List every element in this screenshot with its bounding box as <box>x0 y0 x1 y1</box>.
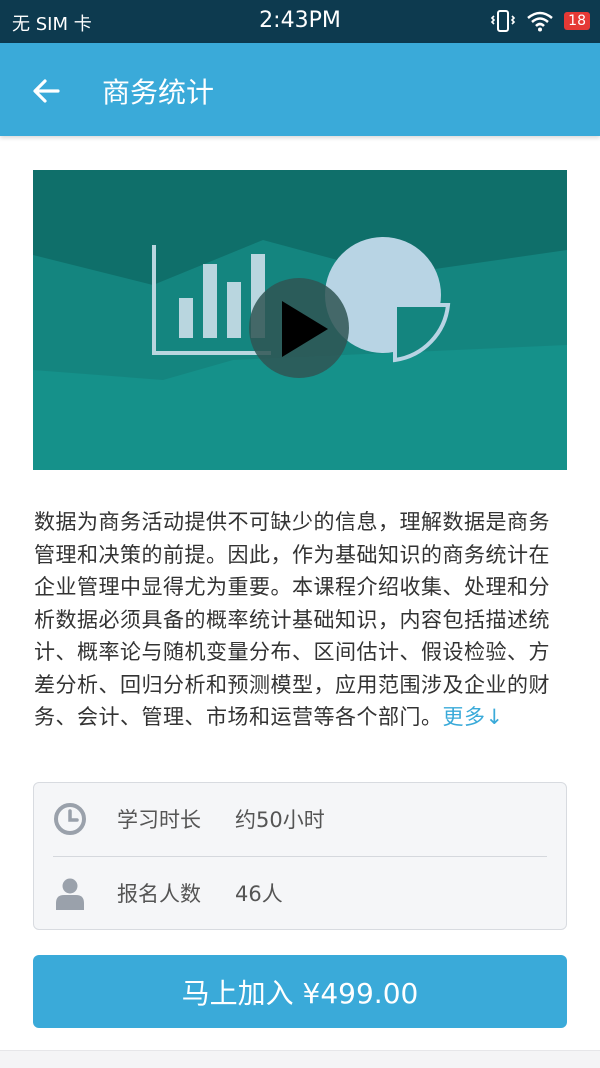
join-now-button[interactable]: 马上加入 ¥499.00 <box>33 955 567 1028</box>
vibrate-icon <box>491 10 516 32</box>
study-time-label: 学习时长 <box>117 808 201 832</box>
page-title: 商务统计 <box>102 76 215 109</box>
enrolled-value: 46人 <box>235 882 283 906</box>
back-arrow-icon[interactable] <box>28 73 64 109</box>
enrolled-label: 报名人数 <box>117 882 201 906</box>
clock-icon <box>54 803 86 835</box>
play-button[interactable] <box>249 278 349 378</box>
bottom-bar <box>0 1050 600 1068</box>
description-text: 数据为商务活动提供不可缺少的信息，理解数据是商务管理和决策的前提。因此，作为基础… <box>34 510 550 729</box>
course-video[interactable] <box>33 170 567 470</box>
status-icons: 18 <box>490 9 590 33</box>
more-link[interactable]: 更多↓ <box>443 705 504 729</box>
person-icon <box>56 878 84 910</box>
study-time-value: 约50小时 <box>235 808 325 832</box>
app-bar: 商务统计 <box>0 43 600 136</box>
wifi-icon <box>527 11 553 32</box>
course-description: 数据为商务活动提供不可缺少的信息，理解数据是商务管理和决策的前提。因此，作为基础… <box>34 506 568 734</box>
study-time-row: 学习时长 约50小时 <box>34 783 566 855</box>
course-info-card: 学习时长 约50小时 报名人数 46人 <box>33 782 567 930</box>
enrolled-row: 报名人数 46人 <box>34 857 566 929</box>
battery-indicator: 18 <box>564 12 590 30</box>
status-bar: 无 SIM 卡 2:43PM 18 <box>0 0 600 43</box>
video-thumbnail <box>33 170 567 470</box>
